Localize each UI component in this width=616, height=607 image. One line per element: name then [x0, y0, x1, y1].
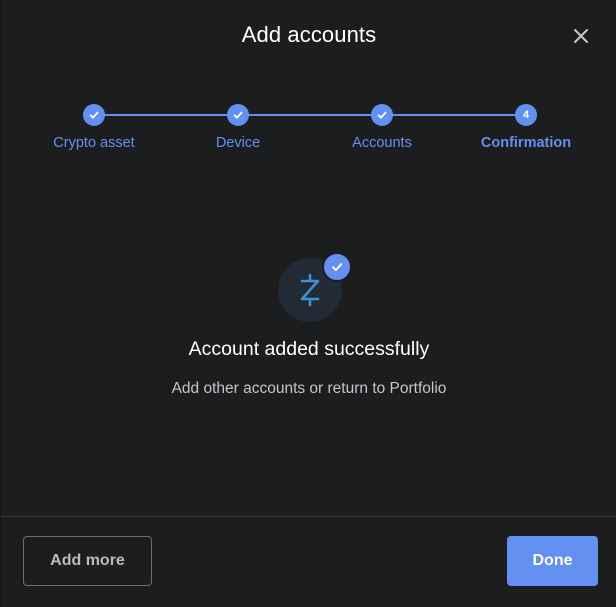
success-check-icon: [322, 252, 352, 282]
step-label-crypto-asset: Crypto asset: [53, 135, 135, 151]
step-device-check-icon: [227, 104, 249, 126]
footer-divider: [1, 516, 616, 517]
add-more-button[interactable]: Add more: [23, 536, 152, 586]
step-crypto-asset-check-icon: [83, 104, 105, 126]
stepper-line: [94, 114, 526, 116]
stepper: 4 Crypto asset Device Accounts Confirmat…: [1, 0, 616, 160]
success-title: Account added successfully: [188, 338, 430, 360]
step-label-accounts: Accounts: [352, 135, 412, 151]
step-accounts-check-icon: [371, 104, 393, 126]
step-label-device: Device: [215, 135, 261, 151]
success-subtitle: Add other accounts or return to Portfoli…: [171, 380, 447, 397]
step-confirmation-number: 4: [515, 104, 537, 126]
step-label-confirmation: Confirmation: [480, 135, 572, 151]
add-accounts-modal: Add accounts 4 Crypto asset Device Accou…: [0, 0, 616, 607]
done-button[interactable]: Done: [507, 536, 598, 586]
